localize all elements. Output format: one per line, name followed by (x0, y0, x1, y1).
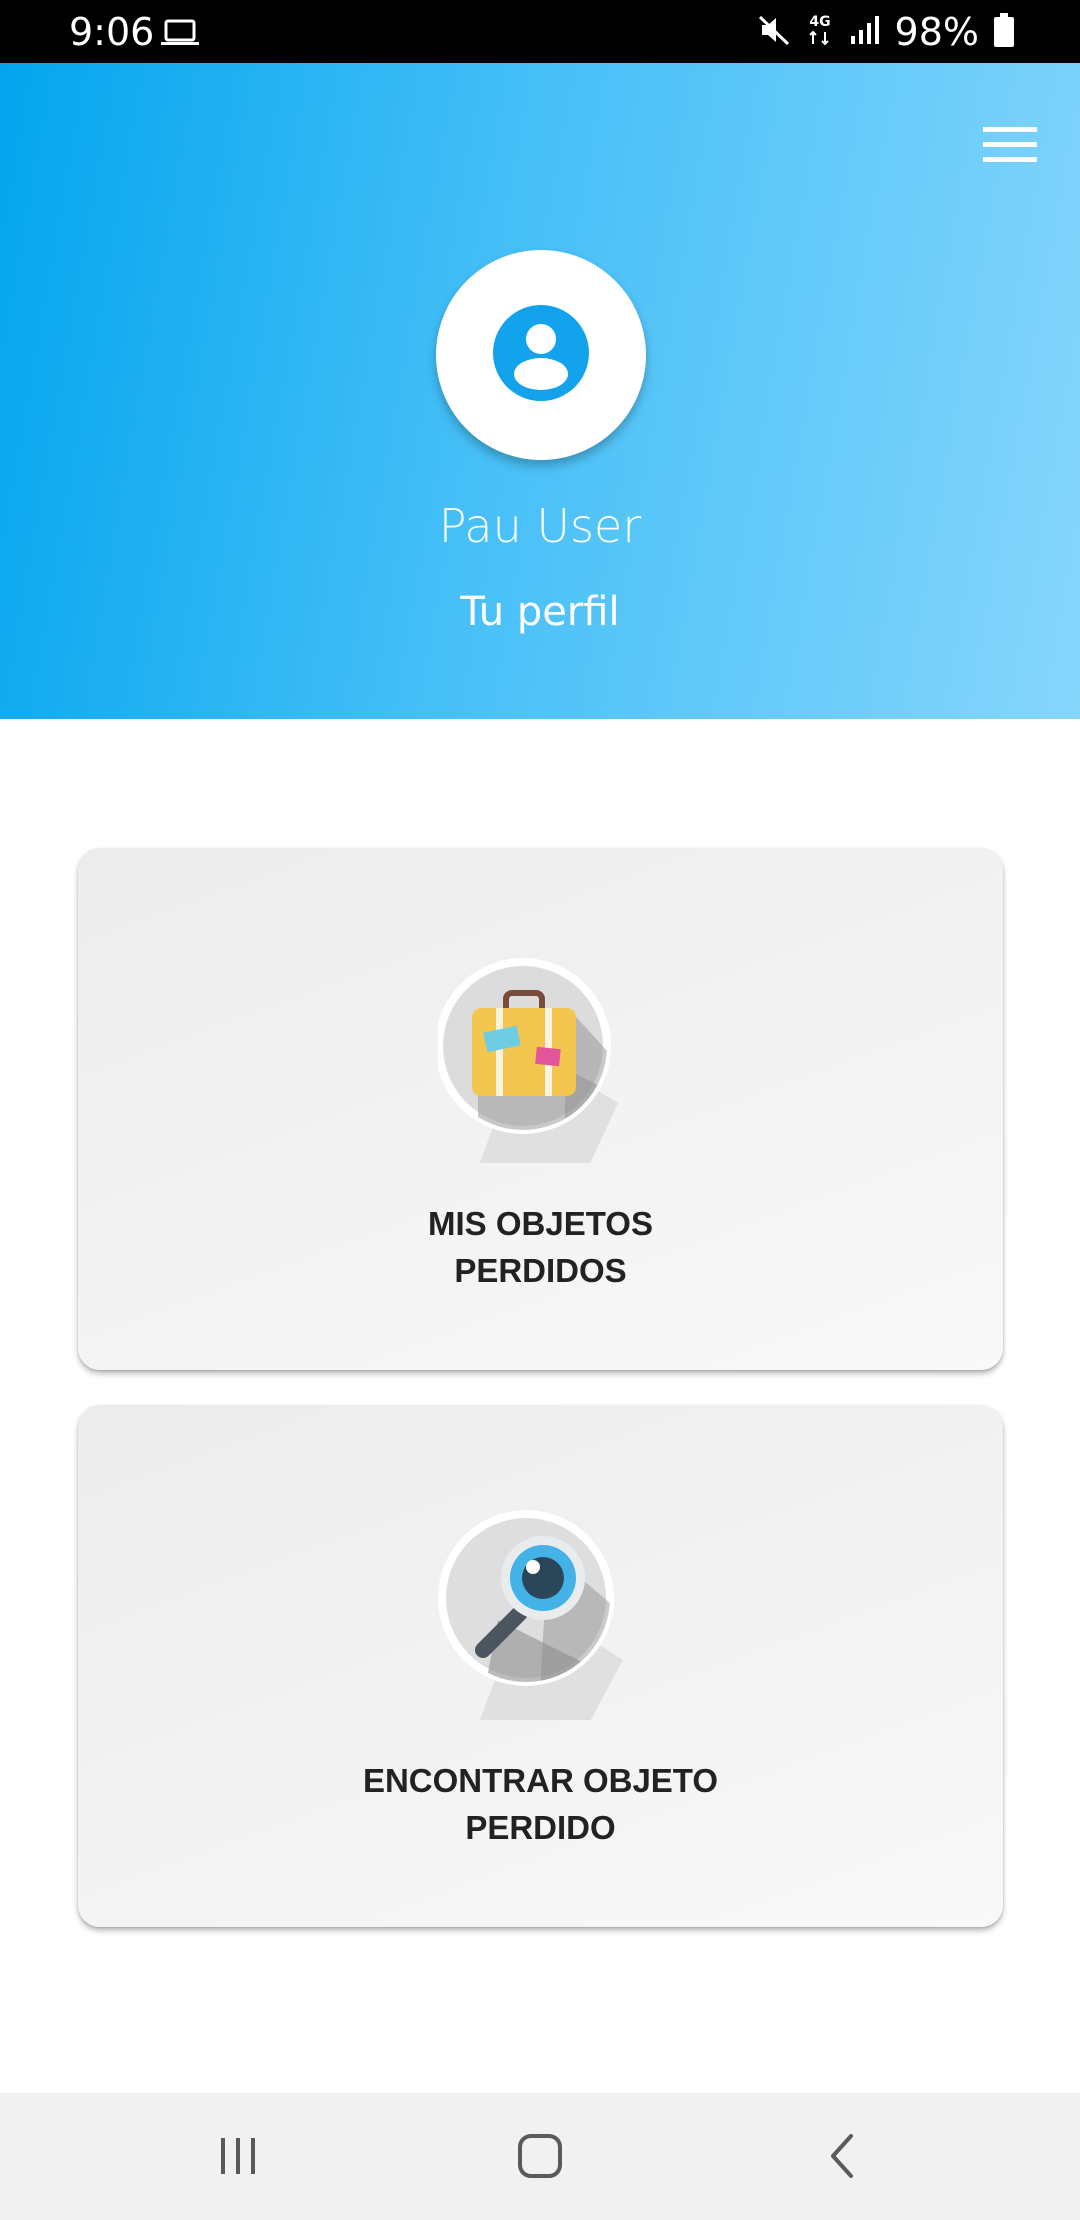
card-title-line: MIS OBJETOS (428, 1205, 653, 1242)
card-title: MIS OBJETOS PERDIDOS (78, 1200, 1003, 1294)
mute-icon (757, 13, 791, 52)
status-bar: 9:06 4G 98% (0, 0, 1080, 63)
profile-link[interactable]: Tu perfil (0, 582, 1080, 642)
system-nav-bar (0, 2093, 1080, 2220)
user-name: Pau User (438, 499, 642, 553)
card-title-line: PERDIDO (465, 1809, 616, 1846)
signal-icon (849, 14, 881, 51)
recents-icon[interactable] (216, 2134, 260, 2183)
find-lost-item-card[interactable]: ENCONTRAR OBJETO PERDIDO (78, 1405, 1003, 1927)
back-button[interactable] (788, 2118, 898, 2198)
battery-percent: 98% (894, 10, 979, 54)
status-time: 9:06 (69, 10, 155, 54)
card-title: ENCONTRAR OBJETO PERDIDO (78, 1757, 1003, 1851)
card-title-line: PERDIDOS (454, 1252, 627, 1289)
menu-button[interactable] (970, 112, 1050, 182)
account-circle-icon (492, 304, 590, 407)
4g-icon: 4G (805, 12, 835, 53)
laptop-icon (160, 17, 200, 49)
status-icons: 4G 98% (757, 10, 1015, 54)
suitcase-icon (435, 953, 648, 1168)
home-button[interactable] (485, 2118, 595, 2198)
my-lost-items-card[interactable]: MIS OBJETOS PERDIDOS (78, 848, 1003, 1370)
card-title-line: ENCONTRAR OBJETO (362, 1762, 719, 1799)
back-icon[interactable] (823, 2132, 863, 2185)
svg-text:4G: 4G (809, 14, 830, 30)
battery-icon (993, 12, 1015, 52)
home-icon[interactable] (516, 2132, 564, 2185)
recents-button[interactable] (183, 2118, 293, 2198)
magnifier-eye-icon (438, 1510, 648, 1725)
avatar[interactable] (436, 250, 646, 460)
hamburger-menu-icon[interactable] (983, 125, 1037, 170)
